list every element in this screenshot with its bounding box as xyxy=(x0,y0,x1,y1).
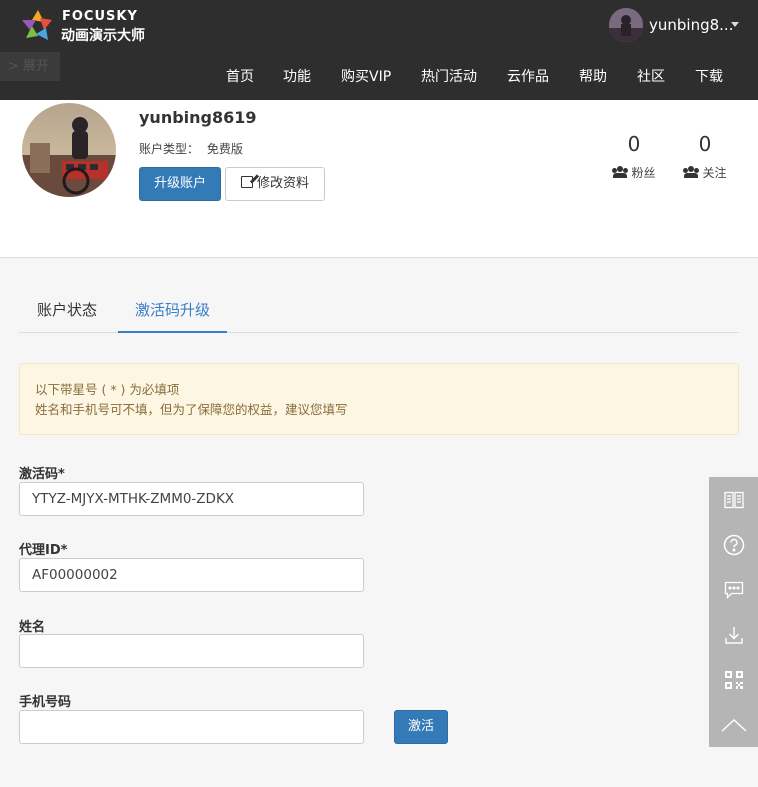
account-type: 账户类型： 免费版 xyxy=(139,140,243,157)
fans-stat[interactable]: 0 粉丝 xyxy=(604,132,664,181)
logo-text-cn: 动画演示大师 xyxy=(61,28,145,44)
fans-count: 0 xyxy=(627,132,641,156)
notice-line-2: 姓名和手机号可不填，但为了保障您的权益，建议您填写 xyxy=(35,402,348,417)
edit-icon xyxy=(240,176,253,188)
agent-id-input[interactable] xyxy=(19,558,364,592)
chat-icon xyxy=(724,581,743,599)
users-icon xyxy=(683,166,700,178)
activation-code-input[interactable] xyxy=(19,482,364,516)
back-to-top-icon xyxy=(721,718,746,732)
help-icon xyxy=(723,534,744,555)
notice-line-1: 以下带星号 ( * ) 为必填项 xyxy=(35,382,180,397)
upgrade-account-button[interactable]: 升级账户 xyxy=(139,167,221,201)
follow-stat[interactable]: 0 关注 xyxy=(675,132,735,181)
avatar xyxy=(609,8,643,42)
profile-card: yunbing8619 账户类型： 免费版 升级账户 修改资料 0 粉丝 0 关… xyxy=(0,100,758,258)
account-tabs: 账户状态 激活码升级 xyxy=(19,295,739,333)
nav-cloud-works[interactable]: 云作品 xyxy=(507,66,549,86)
edit-profile-label: 修改资料 xyxy=(256,176,309,191)
nav-home[interactable]: 首页 xyxy=(226,66,254,86)
focusky-logo-icon xyxy=(22,10,52,40)
activate-button[interactable]: 激活 xyxy=(394,710,448,744)
fans-label: 粉丝 xyxy=(631,166,656,180)
main-nav: 首页 功能 购买VIP 热门活动 云作品 帮助 社区 下载 xyxy=(0,66,758,86)
nav-events[interactable]: 热门活动 xyxy=(421,66,477,86)
follow-count: 0 xyxy=(698,132,712,156)
phone-label: 手机号码 xyxy=(19,695,72,710)
manual-button[interactable] xyxy=(709,477,758,522)
nav-download[interactable]: 下载 xyxy=(695,66,723,86)
nav-buy-vip[interactable]: 购买VIP xyxy=(341,66,391,86)
nav-help[interactable]: 帮助 xyxy=(579,66,607,86)
edit-profile-button[interactable]: 修改资料 xyxy=(225,167,325,201)
account-type-value: 免费版 xyxy=(206,142,243,156)
top-header: FOCUSKY 动画演示大师 > 展开 yunbing8... 首页 功能 购买… xyxy=(0,0,758,100)
follow-label: 关注 xyxy=(702,166,727,180)
qrcode-button[interactable] xyxy=(709,657,758,702)
tab-activation-code[interactable]: 激活码升级 xyxy=(118,295,227,333)
name-input[interactable] xyxy=(19,634,364,668)
help-button[interactable] xyxy=(709,522,758,567)
profile-avatar xyxy=(22,103,116,197)
tab-account-status[interactable]: 账户状态 xyxy=(19,295,115,333)
nav-features[interactable]: 功能 xyxy=(283,66,311,86)
users-icon xyxy=(612,166,629,178)
phone-input[interactable] xyxy=(19,710,364,744)
name-label: 姓名 xyxy=(19,620,46,635)
nav-community[interactable]: 社区 xyxy=(637,66,665,86)
focusky-logo[interactable]: FOCUSKY 动画演示大师 xyxy=(18,6,158,46)
logo-text-en: FOCUSKY xyxy=(62,9,138,24)
required-fields-notice: 以下带星号 ( * ) 为必填项 姓名和手机号可不填，但为了保障您的权益，建议您… xyxy=(19,363,739,435)
activation-code-label: 激活码* xyxy=(19,467,65,482)
qrcode-icon xyxy=(724,670,743,689)
feedback-button[interactable] xyxy=(709,567,758,612)
download-button[interactable] xyxy=(709,612,758,657)
username-short: yunbing8... xyxy=(649,16,734,34)
back-to-top-button[interactable] xyxy=(709,702,758,747)
book-icon xyxy=(723,491,744,508)
account-type-label: 账户类型： xyxy=(139,142,200,156)
agent-id-label: 代理ID* xyxy=(19,543,68,558)
floating-toolbar xyxy=(709,477,758,747)
download-icon xyxy=(724,626,743,644)
profile-username: yunbing8619 xyxy=(139,108,257,127)
caret-down-icon xyxy=(731,22,739,27)
